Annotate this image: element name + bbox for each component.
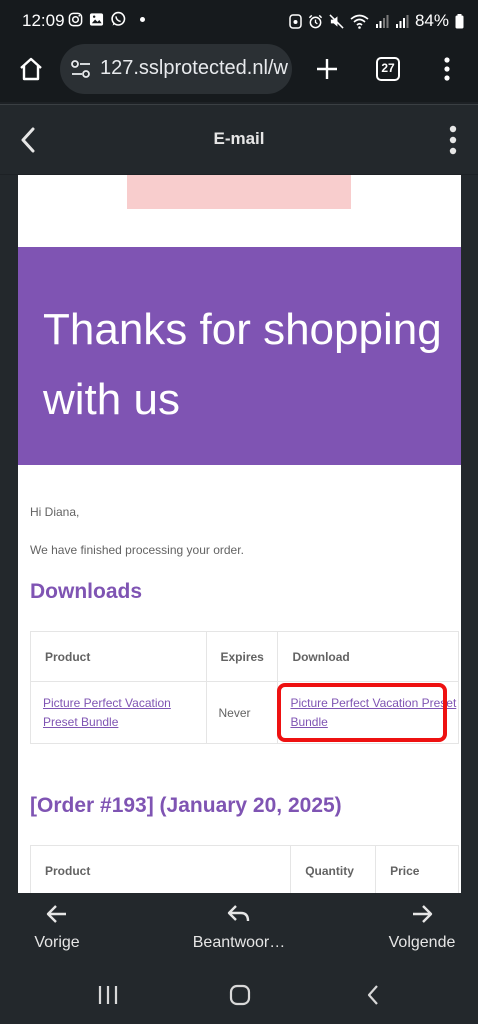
column-header-product: Product [30, 631, 207, 682]
whatsapp-icon [111, 11, 126, 26]
highlight-box [277, 683, 447, 742]
column-header-quantity: Quantity [290, 845, 377, 893]
column-header-expires: Expires [205, 631, 279, 682]
email-banner: Thanks for shopping with us [18, 247, 461, 465]
status-time: 12:09 [22, 11, 65, 30]
order-header-row: Product Quantity Price [29, 845, 459, 893]
notification-icons [68, 11, 145, 27]
reply-icon [227, 905, 250, 922]
tab-switcher-button[interactable]: 27 [376, 57, 400, 81]
banner-title: Thanks for shopping with us [43, 305, 442, 424]
home-icon[interactable] [18, 56, 44, 82]
signal-icon [375, 14, 389, 28]
reply-label: Beantwoor… [192, 934, 286, 951]
status-bar: 12:09 84% [0, 0, 478, 42]
battery-percent: 84% [414, 11, 449, 30]
reply-button[interactable]: Beantwoor… [189, 903, 289, 952]
product-cell: Picture Perfect Vacation Preset Bundle [30, 681, 207, 744]
email-body: Thanks for shopping with us Hi Diana, We… [18, 175, 461, 893]
tab-count: 27 [381, 61, 395, 75]
battery-icon [455, 13, 464, 28]
home-nav-icon[interactable] [229, 984, 251, 1006]
system-navigation-bar [0, 963, 478, 1024]
next-label: Volgende [388, 934, 456, 951]
site-settings-icon[interactable] [70, 58, 92, 80]
header-image-placeholder [127, 175, 351, 209]
image-icon [89, 12, 104, 26]
product-link[interactable]: Picture Perfect Vacation Preset Bundle [43, 696, 171, 729]
order-heading: [Order #193] (January 20, 2025) [30, 794, 342, 817]
lock-app-icon [289, 13, 302, 29]
more-notifications-dot [140, 16, 145, 22]
more-options-icon[interactable] [446, 124, 460, 156]
browser-menu-icon[interactable] [440, 56, 454, 82]
wifi-icon [350, 14, 369, 29]
previous-button[interactable]: Vorige [22, 903, 92, 952]
previous-label: Vorige [34, 934, 80, 951]
downloads-heading: Downloads [30, 580, 143, 603]
url-text: 127.sslprotected.nl/w [100, 57, 288, 79]
downloads-header-row: Product Expires Download [30, 631, 459, 682]
order-message: We have finished processing your order. [30, 543, 244, 557]
email-action-bar: Vorige Beantwoor… Volgende [0, 893, 478, 963]
column-header-product: Product [29, 845, 292, 893]
arrow-right-icon [413, 905, 433, 923]
signal-icon-2 [395, 14, 409, 28]
recent-apps-icon[interactable] [97, 985, 119, 1005]
column-header-download: Download [277, 631, 459, 682]
email-viewport[interactable]: Thanks for shopping with us Hi Diana, We… [0, 175, 478, 893]
email-app-bar: E-mail [0, 104, 478, 174]
expires-cell: Never [205, 681, 279, 744]
next-button[interactable]: Volgende [385, 903, 459, 952]
order-table: Product Quantity Price [29, 845, 459, 893]
instagram-icon [68, 12, 83, 26]
greeting: Hi Diana, [30, 505, 80, 519]
app-title: E-mail [213, 129, 265, 148]
status-right: 84% [289, 11, 464, 31]
address-bar[interactable]: 127.sslprotected.nl/w [60, 44, 292, 94]
browser-toolbar: 127.sslprotected.nl/w 27 [0, 42, 478, 102]
alarm-icon [308, 14, 323, 28]
arrow-left-icon [46, 905, 66, 923]
mute-icon [329, 13, 344, 29]
back-nav-icon[interactable] [366, 984, 380, 1006]
new-tab-icon[interactable] [315, 57, 339, 81]
column-header-price: Price [375, 845, 459, 893]
